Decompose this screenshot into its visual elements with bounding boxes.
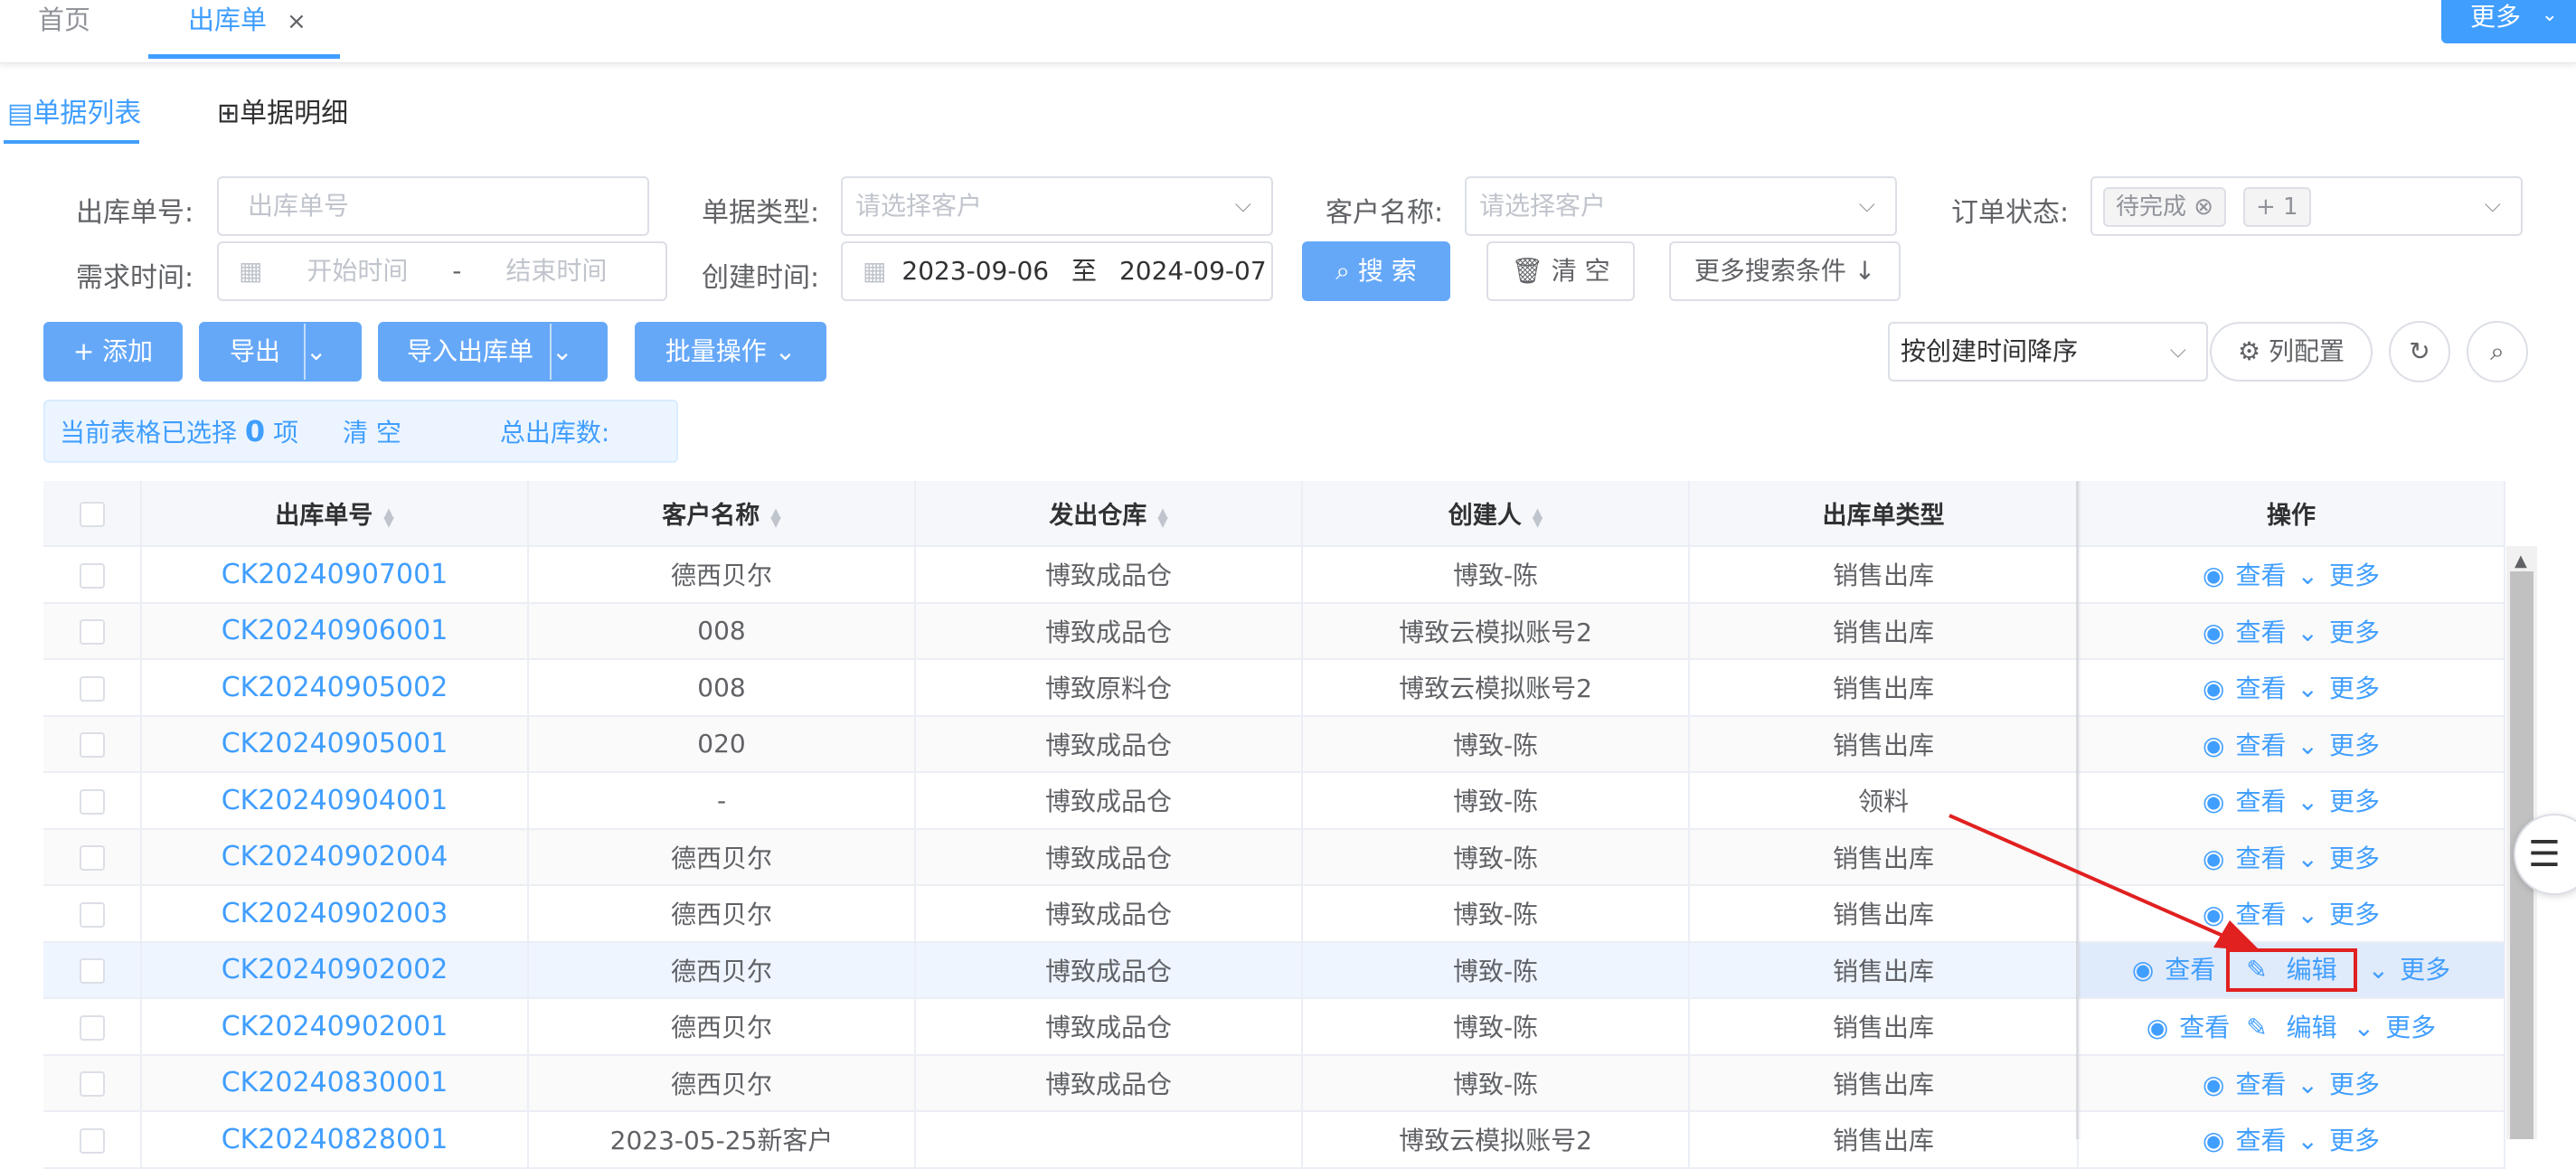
arrow-head [2213,920,2260,951]
annotation-arrow [1949,814,2260,951]
arrow-line [1949,814,2234,942]
